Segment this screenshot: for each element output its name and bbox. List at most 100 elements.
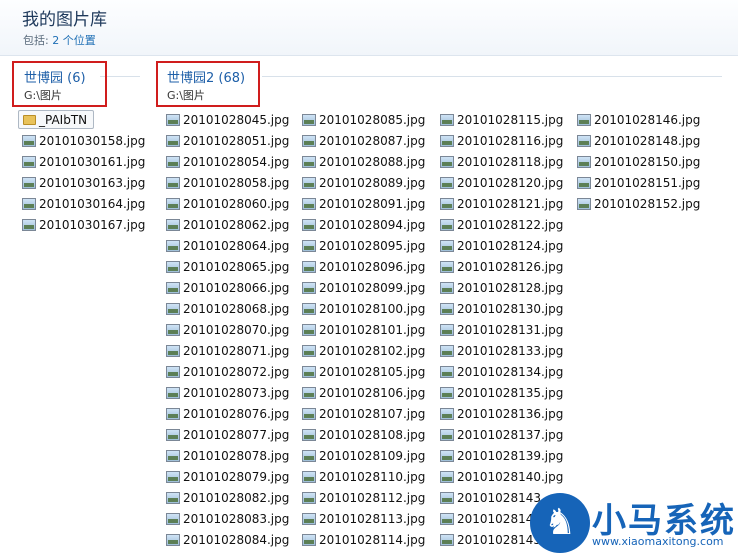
file-item[interactable]: 20101028133.jpg — [440, 340, 563, 361]
image-thumbnail-icon — [577, 134, 591, 147]
file-item[interactable]: 20101028108.jpg — [302, 424, 425, 445]
file-item[interactable]: 20101028126.jpg — [440, 256, 563, 277]
file-item[interactable]: 20101028110.jpg — [302, 466, 425, 487]
image-thumbnail-icon — [166, 344, 180, 357]
file-item[interactable]: 20101028083.jpg — [166, 508, 289, 529]
file-item[interactable]: 20101028082.jpg — [166, 487, 289, 508]
file-item[interactable]: 20101028084.jpg — [166, 529, 289, 550]
file-item[interactable]: 20101028116.jpg — [440, 130, 563, 151]
file-item[interactable]: 20101028079.jpg — [166, 466, 289, 487]
file-item[interactable]: 20101028144 — [440, 508, 541, 529]
file-item[interactable]: 20101028071.jpg — [166, 340, 289, 361]
file-item[interactable]: 20101028100.jpg — [302, 298, 425, 319]
file-item[interactable]: 20101028114.jpg — [302, 529, 425, 550]
image-thumbnail-icon — [302, 449, 316, 462]
file-name: 20101028062.jpg — [183, 217, 290, 232]
file-item[interactable]: 20101028088.jpg — [302, 151, 425, 172]
file-item[interactable]: 20101028152.jpg — [577, 193, 700, 214]
file-item[interactable]: 20101028099.jpg — [302, 277, 425, 298]
file-item[interactable]: 20101028107.jpg — [302, 403, 425, 424]
file-item[interactable]: 20101028062.jpg — [166, 214, 289, 235]
watermark: ♞ 小马系统 www.xiaomaxitong.com — [530, 493, 735, 555]
file-item[interactable]: 20101028058.jpg — [166, 172, 289, 193]
file-item[interactable]: 20101028135.jpg — [440, 382, 563, 403]
file-item[interactable]: 20101028054.jpg — [166, 151, 289, 172]
file-item[interactable]: 20101028134.jpg — [440, 361, 563, 382]
image-thumbnail-icon — [302, 407, 316, 420]
file-item[interactable]: 20101028068.jpg — [166, 298, 289, 319]
file-item[interactable]: 20101028118.jpg — [440, 151, 563, 172]
file-name: 20101028076.jpg — [183, 406, 290, 421]
image-thumbnail-icon — [302, 365, 316, 378]
file-item[interactable]: 20101030164.jpg — [22, 193, 145, 214]
file-item[interactable]: 20101028122.jpg — [440, 214, 563, 235]
file-item[interactable]: 20101028085.jpg — [302, 109, 425, 130]
file-item[interactable]: 20101028072.jpg — [166, 361, 289, 382]
file-item[interactable]: 20101028051.jpg — [166, 130, 289, 151]
file-item[interactable]: 20101028102.jpg — [302, 340, 425, 361]
file-name: 20101028128.jpg — [457, 280, 564, 295]
file-item[interactable]: 20101028094.jpg — [302, 214, 425, 235]
file-item[interactable]: 20101028131.jpg — [440, 319, 563, 340]
image-thumbnail-icon — [166, 155, 180, 168]
file-item[interactable]: 20101028073.jpg — [166, 382, 289, 403]
image-thumbnail-icon — [302, 323, 316, 336]
file-item[interactable]: 20101028045.jpg — [166, 109, 289, 130]
file-item[interactable]: 20101028095.jpg — [302, 235, 425, 256]
file-item[interactable]: 20101028087.jpg — [302, 130, 425, 151]
file-item[interactable]: 20101028137.jpg — [440, 424, 563, 445]
file-name: 20101028113.jpg — [319, 511, 426, 526]
image-thumbnail-icon — [166, 239, 180, 252]
file-item[interactable]: 20101028096.jpg — [302, 256, 425, 277]
file-item[interactable]: 20101028101.jpg — [302, 319, 425, 340]
file-item[interactable]: 20101028070.jpg — [166, 319, 289, 340]
file-item[interactable]: 20101028078.jpg — [166, 445, 289, 466]
image-thumbnail-icon — [22, 176, 36, 189]
file-item[interactable]: 20101028113.jpg — [302, 508, 425, 529]
folder-item[interactable]: _PAIbTN — [18, 110, 94, 129]
file-item[interactable]: 20101028130.jpg — [440, 298, 563, 319]
group-highlight-box — [156, 61, 260, 107]
image-thumbnail-icon — [166, 281, 180, 294]
file-item[interactable]: 20101028121.jpg — [440, 193, 563, 214]
file-item[interactable]: 20101028120.jpg — [440, 172, 563, 193]
file-item[interactable]: 20101028115.jpg — [440, 109, 563, 130]
file-item[interactable]: 20101028066.jpg — [166, 277, 289, 298]
image-thumbnail-icon — [166, 365, 180, 378]
file-item[interactable]: 20101028065.jpg — [166, 256, 289, 277]
file-item[interactable]: 20101028060.jpg — [166, 193, 289, 214]
image-thumbnail-icon — [302, 428, 316, 441]
image-thumbnail-icon — [166, 323, 180, 336]
file-item[interactable]: 20101028128.jpg — [440, 277, 563, 298]
file-item[interactable]: 20101028146.jpg — [577, 109, 700, 130]
file-item[interactable]: 20101028091.jpg — [302, 193, 425, 214]
watermark-url: www.xiaomaxitong.com — [592, 535, 724, 548]
file-item[interactable]: 20101030158.jpg — [22, 130, 145, 151]
file-name: 20101028073.jpg — [183, 385, 290, 400]
file-item[interactable]: 20101028112.jpg — [302, 487, 425, 508]
file-name: 20101028045.jpg — [183, 112, 290, 127]
file-item[interactable]: 20101028089.jpg — [302, 172, 425, 193]
file-item[interactable]: 20101028076.jpg — [166, 403, 289, 424]
file-item[interactable]: 20101028109.jpg — [302, 445, 425, 466]
file-item[interactable]: 20101028136.jpg — [440, 403, 563, 424]
file-item[interactable]: 20101030163.jpg — [22, 172, 145, 193]
file-item[interactable]: 20101028143 — [440, 487, 541, 508]
file-item[interactable]: 20101028124.jpg — [440, 235, 563, 256]
file-item[interactable]: 20101030167.jpg — [22, 214, 145, 235]
file-item[interactable]: 20101028139.jpg — [440, 445, 563, 466]
file-name: 20101028131.jpg — [457, 322, 564, 337]
file-item[interactable]: 20101028077.jpg — [166, 424, 289, 445]
file-item[interactable]: 20101028106.jpg — [302, 382, 425, 403]
locations-link[interactable]: 2 个位置 — [52, 34, 96, 47]
file-item[interactable]: 20101030161.jpg — [22, 151, 145, 172]
file-item[interactable]: 20101028105.jpg — [302, 361, 425, 382]
file-item[interactable]: 20101028140.jpg — [440, 466, 563, 487]
file-item[interactable]: 20101028145 — [440, 529, 541, 550]
file-name: 20101028118.jpg — [457, 154, 564, 169]
file-item[interactable]: 20101028151.jpg — [577, 172, 700, 193]
file-item[interactable]: 20101028150.jpg — [577, 151, 700, 172]
image-thumbnail-icon — [166, 533, 180, 546]
file-item[interactable]: 20101028148.jpg — [577, 130, 700, 151]
file-item[interactable]: 20101028064.jpg — [166, 235, 289, 256]
